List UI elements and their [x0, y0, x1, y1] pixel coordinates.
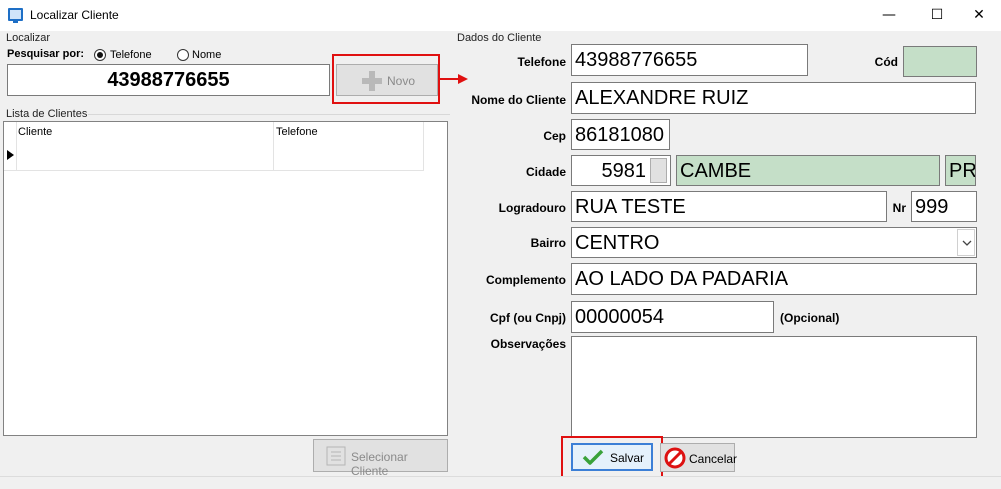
monitor-icon [8, 8, 23, 23]
plus-icon [362, 71, 382, 91]
city-label: Cidade [525, 165, 566, 179]
minimize-button[interactable]: — [866, 0, 912, 31]
cep-field[interactable]: 86181080 [571, 119, 670, 150]
grid-line [4, 170, 424, 171]
search-input[interactable]: 43988776655 [7, 64, 330, 96]
name-radio-label[interactable]: Nome [192, 49, 221, 61]
phone-field[interactable]: 43988776655 [571, 44, 808, 76]
search-group-label: Localizar [6, 32, 51, 44]
column-header-phone[interactable]: Telefone [276, 126, 318, 138]
complement-label: Complemento [485, 273, 566, 287]
column-header-client[interactable]: Cliente [18, 126, 52, 138]
group-divider [88, 114, 450, 115]
cep-label: Cep [543, 129, 566, 143]
optional-note: (Opcional) [780, 311, 840, 325]
notes-label: Observações [490, 337, 566, 351]
cancel-icon [664, 447, 686, 469]
row-pointer-icon [7, 150, 14, 160]
search-by-label: Pesquisar por: [7, 48, 85, 60]
phone-radio-label[interactable]: Telefone [110, 49, 152, 61]
new-button[interactable]: Novo [336, 64, 438, 96]
name-radio[interactable] [177, 49, 189, 61]
new-button-label: Novo [387, 74, 416, 88]
cancel-button-label: Cancelar [689, 452, 738, 466]
save-button-label: Salvar [610, 451, 645, 465]
grid-line [273, 122, 274, 170]
checkmark-icon [582, 449, 604, 465]
state-field: PR [945, 155, 976, 186]
district-dropdown-button[interactable] [957, 229, 975, 256]
client-name-label: Nome do Cliente [471, 93, 566, 107]
client-table[interactable]: Cliente Telefone [3, 121, 448, 436]
status-bar [0, 476, 1001, 489]
arrow-right-icon [440, 74, 468, 84]
notes-textarea[interactable] [571, 336, 977, 438]
district-select[interactable]: CENTRO [571, 227, 977, 258]
code-label: Cód [874, 55, 898, 69]
client-list-label: Lista de Clientes [6, 108, 88, 120]
select-client-label: Selecionar Cliente [351, 450, 408, 478]
close-button[interactable]: ✕ [956, 0, 1001, 31]
number-field[interactable]: 999 [911, 191, 977, 222]
chevron-down-icon [962, 240, 972, 246]
save-button[interactable]: Salvar [571, 443, 653, 471]
select-client-button[interactable]: Selecionar Cliente [313, 439, 448, 478]
cancel-button[interactable]: Cancelar [660, 443, 738, 472]
cpf-field[interactable]: 00000054 [571, 301, 774, 333]
district-label: Bairro [530, 236, 566, 250]
complement-field[interactable]: AO LADO DA PADARIA [571, 263, 977, 295]
city-name-field: CAMBE [676, 155, 940, 186]
window-title: Localizar Cliente [30, 8, 119, 22]
phone-radio[interactable] [94, 49, 106, 61]
street-label: Logradouro [498, 201, 566, 215]
client-data-label: Dados do Cliente [457, 32, 542, 44]
grid-line [423, 122, 424, 170]
maximize-button[interactable]: ☐ [914, 0, 960, 31]
grid-line [16, 122, 17, 170]
street-field[interactable]: RUA TESTE [571, 191, 887, 222]
city-lookup-button[interactable] [650, 158, 667, 183]
number-label: Nr [892, 201, 906, 215]
cpf-label: Cpf (ou Cnpj) [490, 311, 566, 325]
title-bar [0, 0, 1001, 31]
list-check-icon [326, 446, 346, 466]
phone-label: Telefone [517, 55, 566, 69]
client-name-field[interactable]: ALEXANDRE RUIZ [571, 82, 976, 114]
code-field [903, 46, 977, 77]
